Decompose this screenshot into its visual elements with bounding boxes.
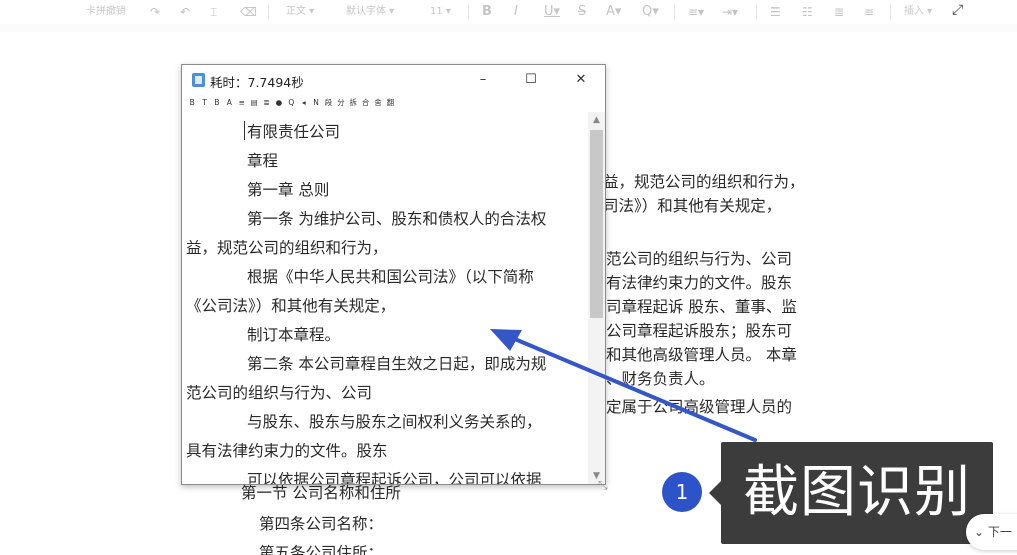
ocr-line: 益，规范公司的组织和行为， [186,239,388,257]
strikethrough-icon[interactable]: S [578,4,586,20]
ocr-line: 第一条 为维护公司、股东和债权人的合法权 [247,210,547,228]
eraser-icon[interactable]: ⌫ [240,4,257,20]
document-line: 第五条公司住所： [259,544,384,555]
document-line: 定属于公司高级管理人员的 [606,398,793,416]
editor-toolbar-shadow [0,24,1017,32]
numbered-list-icon[interactable]: ☷ [802,4,813,20]
search-tool-icon[interactable]: Q [285,98,297,107]
document-line: 有法律约束力的文件。股东 [606,274,793,292]
next-button-label: 下一 [987,525,1012,539]
discard-tool-button[interactable]: 舍 [372,97,384,108]
document-line: 范公司的组织与行为、公司 [606,250,793,268]
color-tool-icon[interactable]: ● [273,98,285,107]
window-title: 耗时：7.7494秒 [210,75,304,90]
table-tool-icon[interactable]: ▤ [248,98,260,107]
ocr-text-area[interactable]: 有限责任公司 章程 第一章 总则 第一条 为维护公司、股东和债权人的合法权 益，… [183,112,588,484]
paragraph-tool-button[interactable]: 段 [322,97,334,108]
format-painter-icon[interactable]: ⌶ [210,4,217,20]
document-line: 司章程起诉 股东、董事、监 [606,298,797,316]
bold-tool-icon[interactable]: B [186,98,198,107]
double-chevron-down-icon: ⌄ [974,525,985,539]
merge-tool-button[interactable]: 合 [359,97,371,108]
ocr-line: 可以依据公司章程起诉公司，公司可以依据 [247,471,542,484]
undo-icon[interactable]: ↶ [180,4,190,20]
font-family-select[interactable]: 默认字体 ▾ [346,4,394,20]
document-line: 益，规范公司的组织和行为， [603,173,805,191]
line-spacing-icon[interactable]: ≡ [864,4,874,20]
scroll-up-icon[interactable]: ▲ [588,112,605,128]
document-line: 、财务负责人。 [606,370,715,388]
indent-icon[interactable]: ⇥▾ [722,4,738,20]
highlight-icon[interactable]: Q▾ [642,4,659,20]
redo-icon[interactable]: ↷ [150,4,160,20]
document-line: 和其他高级管理人员。 本章 [606,346,797,364]
paragraph-style-label: 正文 [286,6,306,17]
translate-tool-button[interactable]: 翻 [384,97,396,108]
window-titlebar[interactable]: 耗时：7.7494秒 – ☐ ✕ [182,65,605,95]
ocr-line: 有限责任公司 [247,123,341,141]
step-number-badge: 1 [662,472,702,512]
ocr-line: 范公司的组织与行为、公司 [186,384,373,402]
close-button[interactable]: ✕ [570,69,592,91]
text-caret [244,121,245,140]
app-icon [192,73,205,87]
ocr-toolbar: B T B A ≡ ▤ ≣ ● Q ◂ N 段分拆合舍翻 [186,97,446,111]
bold-icon[interactable]: B [482,4,492,20]
next-button[interactable]: ⌄ 下一 [966,514,1017,550]
minimize-button[interactable]: – [472,69,494,91]
align-tool-icon[interactable]: ≡ [236,98,248,107]
editor-toolbar: 卡拼撤销 ↷ ↶ ⌶ ⌫ 正文 ▾ 默认字体 ▾ 11 ▾ B I U▾ S A… [0,0,1017,24]
fullscreen-icon[interactable]: ⤢ [952,2,963,18]
split-tool-button[interactable]: 分 [335,97,347,108]
ocr-line: 《公司法》）和其他有关规定， [186,297,396,315]
document-line: 司法》）和其他有关规定， [603,197,782,215]
insert-menu-label: 插入 [904,6,924,17]
ocr-line: 章程 [247,152,279,170]
document-line: 公司章程起诉股东；股东可 [606,322,793,340]
send-tool-icon[interactable]: ◂ [298,98,310,107]
toolbar-divider [890,5,891,19]
outdent-icon[interactable]: ≣ [834,4,844,20]
ocr-line: 根据《中华人民共和国公司法》（以下简称 [247,268,534,286]
align-icon[interactable]: ≡▾ [688,4,704,20]
document-line: 第四条公司名称： [259,515,384,533]
ocr-line: 第二条 本公司章程自生效之日起，即成为规 [247,355,547,373]
bold-alt-tool-icon[interactable]: B [211,98,223,107]
font-size-select[interactable]: 11 ▾ [430,4,451,20]
scrollbar-thumb[interactable] [590,130,603,318]
maximize-button[interactable]: ☐ [520,69,542,91]
undo-history-button[interactable]: 卡拼撤销 [86,4,126,20]
font-tool-icon[interactable]: A [223,98,235,107]
ocr-line: 第一章 总则 [247,181,330,199]
normalize-tool-icon[interactable]: N [310,98,322,107]
italic-icon[interactable]: I [514,4,518,20]
font-color-icon[interactable]: A▾ [606,4,621,20]
font-size-label: 11 [430,6,443,17]
toolbar-divider [756,5,757,19]
ocr-line: 具有法律约束力的文件。股东 [186,442,388,460]
bullet-list-icon[interactable]: ☰ [770,4,781,20]
break-tool-button[interactable]: 拆 [347,97,359,108]
underline-icon[interactable]: U▾ [544,4,560,20]
font-family-label: 默认字体 [346,6,386,17]
ocr-line: 与股东、股东与股东之间权利义务关系的， [247,413,542,431]
text-tool-icon[interactable]: T [198,98,210,107]
list-tool-icon[interactable]: ≣ [260,98,272,107]
screenshot-ocr-callout: 截图识别 [709,442,993,544]
insert-menu[interactable]: 插入 ▾ [904,4,932,20]
resize-grip-icon[interactable]: ⤡ [598,478,608,493]
toolbar-divider [468,5,469,19]
ocr-line: 制订本章程。 [247,326,341,344]
toolbar-divider [268,5,269,19]
paragraph-style-select[interactable]: 正文 ▾ [286,4,314,20]
vertical-scrollbar[interactable]: ▲ ▼ [588,112,605,484]
toolbar-divider [674,5,675,19]
